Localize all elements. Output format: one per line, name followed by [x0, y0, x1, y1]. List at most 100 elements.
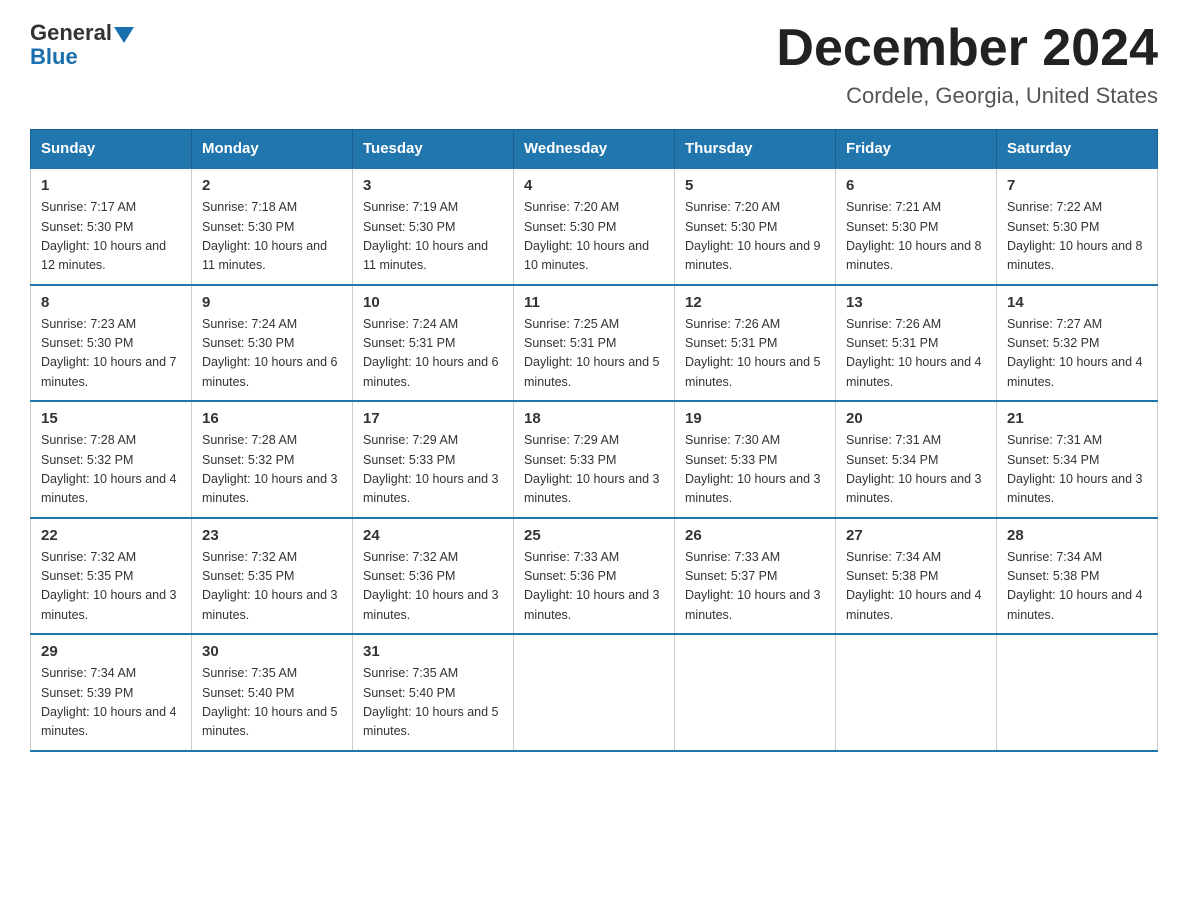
- calendar-cell: 17 Sunrise: 7:29 AMSunset: 5:33 PMDaylig…: [353, 401, 514, 518]
- day-info: Sunrise: 7:17 AMSunset: 5:30 PMDaylight:…: [41, 200, 166, 272]
- calendar-cell: 1 Sunrise: 7:17 AMSunset: 5:30 PMDayligh…: [31, 168, 192, 285]
- calendar-cell: 11 Sunrise: 7:25 AMSunset: 5:31 PMDaylig…: [514, 285, 675, 402]
- calendar-cell: [514, 634, 675, 751]
- day-info: Sunrise: 7:24 AMSunset: 5:30 PMDaylight:…: [202, 317, 338, 389]
- day-info: Sunrise: 7:23 AMSunset: 5:30 PMDaylight:…: [41, 317, 177, 389]
- calendar-cell: 22 Sunrise: 7:32 AMSunset: 5:35 PMDaylig…: [31, 518, 192, 635]
- day-number: 8: [41, 294, 181, 311]
- calendar-cell: 9 Sunrise: 7:24 AMSunset: 5:30 PMDayligh…: [192, 285, 353, 402]
- calendar-week-row: 29 Sunrise: 7:34 AMSunset: 5:39 PMDaylig…: [31, 634, 1158, 751]
- column-header-friday: Friday: [836, 130, 997, 169]
- calendar-cell: 20 Sunrise: 7:31 AMSunset: 5:34 PMDaylig…: [836, 401, 997, 518]
- calendar-cell: 2 Sunrise: 7:18 AMSunset: 5:30 PMDayligh…: [192, 168, 353, 285]
- day-number: 5: [685, 177, 825, 194]
- day-number: 31: [363, 643, 503, 660]
- column-header-tuesday: Tuesday: [353, 130, 514, 169]
- calendar-cell: 30 Sunrise: 7:35 AMSunset: 5:40 PMDaylig…: [192, 634, 353, 751]
- calendar-week-row: 8 Sunrise: 7:23 AMSunset: 5:30 PMDayligh…: [31, 285, 1158, 402]
- calendar-body: 1 Sunrise: 7:17 AMSunset: 5:30 PMDayligh…: [31, 168, 1158, 751]
- day-number: 17: [363, 410, 503, 427]
- column-header-thursday: Thursday: [675, 130, 836, 169]
- calendar-cell: 25 Sunrise: 7:33 AMSunset: 5:36 PMDaylig…: [514, 518, 675, 635]
- day-number: 4: [524, 177, 664, 194]
- day-info: Sunrise: 7:29 AMSunset: 5:33 PMDaylight:…: [524, 433, 660, 505]
- day-info: Sunrise: 7:24 AMSunset: 5:31 PMDaylight:…: [363, 317, 499, 389]
- page-header: General Blue December 2024 Cordele, Geor…: [30, 20, 1158, 109]
- column-header-wednesday: Wednesday: [514, 130, 675, 169]
- day-info: Sunrise: 7:29 AMSunset: 5:33 PMDaylight:…: [363, 433, 499, 505]
- day-info: Sunrise: 7:31 AMSunset: 5:34 PMDaylight:…: [846, 433, 982, 505]
- calendar-cell: 6 Sunrise: 7:21 AMSunset: 5:30 PMDayligh…: [836, 168, 997, 285]
- calendar-cell: 15 Sunrise: 7:28 AMSunset: 5:32 PMDaylig…: [31, 401, 192, 518]
- day-number: 30: [202, 643, 342, 660]
- day-number: 11: [524, 294, 664, 311]
- day-info: Sunrise: 7:30 AMSunset: 5:33 PMDaylight:…: [685, 433, 821, 505]
- calendar-cell: 8 Sunrise: 7:23 AMSunset: 5:30 PMDayligh…: [31, 285, 192, 402]
- day-info: Sunrise: 7:26 AMSunset: 5:31 PMDaylight:…: [685, 317, 821, 389]
- calendar-cell: 13 Sunrise: 7:26 AMSunset: 5:31 PMDaylig…: [836, 285, 997, 402]
- calendar-week-row: 15 Sunrise: 7:28 AMSunset: 5:32 PMDaylig…: [31, 401, 1158, 518]
- day-info: Sunrise: 7:34 AMSunset: 5:38 PMDaylight:…: [1007, 550, 1143, 622]
- calendar-cell: 18 Sunrise: 7:29 AMSunset: 5:33 PMDaylig…: [514, 401, 675, 518]
- day-number: 23: [202, 527, 342, 544]
- calendar-cell: [997, 634, 1158, 751]
- day-info: Sunrise: 7:25 AMSunset: 5:31 PMDaylight:…: [524, 317, 660, 389]
- day-number: 20: [846, 410, 986, 427]
- logo-blue-text: Blue: [30, 44, 78, 70]
- calendar-cell: [836, 634, 997, 751]
- calendar-cell: 28 Sunrise: 7:34 AMSunset: 5:38 PMDaylig…: [997, 518, 1158, 635]
- calendar-cell: 23 Sunrise: 7:32 AMSunset: 5:35 PMDaylig…: [192, 518, 353, 635]
- calendar-cell: 16 Sunrise: 7:28 AMSunset: 5:32 PMDaylig…: [192, 401, 353, 518]
- calendar-cell: 10 Sunrise: 7:24 AMSunset: 5:31 PMDaylig…: [353, 285, 514, 402]
- day-number: 18: [524, 410, 664, 427]
- column-header-monday: Monday: [192, 130, 353, 169]
- day-info: Sunrise: 7:27 AMSunset: 5:32 PMDaylight:…: [1007, 317, 1143, 389]
- calendar-location: Cordele, Georgia, United States: [776, 83, 1158, 109]
- day-number: 12: [685, 294, 825, 311]
- day-number: 29: [41, 643, 181, 660]
- day-info: Sunrise: 7:20 AMSunset: 5:30 PMDaylight:…: [524, 200, 649, 272]
- day-number: 22: [41, 527, 181, 544]
- logo: General Blue: [30, 20, 134, 70]
- calendar-month-year: December 2024: [776, 20, 1158, 77]
- calendar-cell: 27 Sunrise: 7:34 AMSunset: 5:38 PMDaylig…: [836, 518, 997, 635]
- day-number: 28: [1007, 527, 1147, 544]
- calendar-cell: 21 Sunrise: 7:31 AMSunset: 5:34 PMDaylig…: [997, 401, 1158, 518]
- day-info: Sunrise: 7:28 AMSunset: 5:32 PMDaylight:…: [202, 433, 338, 505]
- calendar-cell: 26 Sunrise: 7:33 AMSunset: 5:37 PMDaylig…: [675, 518, 836, 635]
- calendar-cell: 24 Sunrise: 7:32 AMSunset: 5:36 PMDaylig…: [353, 518, 514, 635]
- logo-general-text: General: [30, 20, 112, 46]
- day-info: Sunrise: 7:28 AMSunset: 5:32 PMDaylight:…: [41, 433, 177, 505]
- day-number: 25: [524, 527, 664, 544]
- calendar-header-row: SundayMondayTuesdayWednesdayThursdayFrid…: [31, 130, 1158, 169]
- calendar-week-row: 1 Sunrise: 7:17 AMSunset: 5:30 PMDayligh…: [31, 168, 1158, 285]
- day-info: Sunrise: 7:20 AMSunset: 5:30 PMDaylight:…: [685, 200, 821, 272]
- day-number: 14: [1007, 294, 1147, 311]
- day-info: Sunrise: 7:26 AMSunset: 5:31 PMDaylight:…: [846, 317, 982, 389]
- day-number: 16: [202, 410, 342, 427]
- day-number: 7: [1007, 177, 1147, 194]
- calendar-cell: 3 Sunrise: 7:19 AMSunset: 5:30 PMDayligh…: [353, 168, 514, 285]
- day-info: Sunrise: 7:34 AMSunset: 5:38 PMDaylight:…: [846, 550, 982, 622]
- day-info: Sunrise: 7:32 AMSunset: 5:35 PMDaylight:…: [41, 550, 177, 622]
- calendar-title-area: December 2024 Cordele, Georgia, United S…: [776, 20, 1158, 109]
- day-number: 15: [41, 410, 181, 427]
- day-info: Sunrise: 7:22 AMSunset: 5:30 PMDaylight:…: [1007, 200, 1143, 272]
- day-number: 13: [846, 294, 986, 311]
- day-number: 9: [202, 294, 342, 311]
- calendar-cell: 4 Sunrise: 7:20 AMSunset: 5:30 PMDayligh…: [514, 168, 675, 285]
- day-info: Sunrise: 7:31 AMSunset: 5:34 PMDaylight:…: [1007, 433, 1143, 505]
- day-number: 3: [363, 177, 503, 194]
- calendar-cell: 5 Sunrise: 7:20 AMSunset: 5:30 PMDayligh…: [675, 168, 836, 285]
- day-info: Sunrise: 7:32 AMSunset: 5:36 PMDaylight:…: [363, 550, 499, 622]
- calendar-cell: 12 Sunrise: 7:26 AMSunset: 5:31 PMDaylig…: [675, 285, 836, 402]
- day-number: 10: [363, 294, 503, 311]
- day-info: Sunrise: 7:19 AMSunset: 5:30 PMDaylight:…: [363, 200, 488, 272]
- calendar-cell: 19 Sunrise: 7:30 AMSunset: 5:33 PMDaylig…: [675, 401, 836, 518]
- logo-triangle-icon: [114, 27, 134, 43]
- day-info: Sunrise: 7:34 AMSunset: 5:39 PMDaylight:…: [41, 666, 177, 738]
- column-header-saturday: Saturday: [997, 130, 1158, 169]
- day-number: 6: [846, 177, 986, 194]
- day-info: Sunrise: 7:35 AMSunset: 5:40 PMDaylight:…: [363, 666, 499, 738]
- calendar-cell: 7 Sunrise: 7:22 AMSunset: 5:30 PMDayligh…: [997, 168, 1158, 285]
